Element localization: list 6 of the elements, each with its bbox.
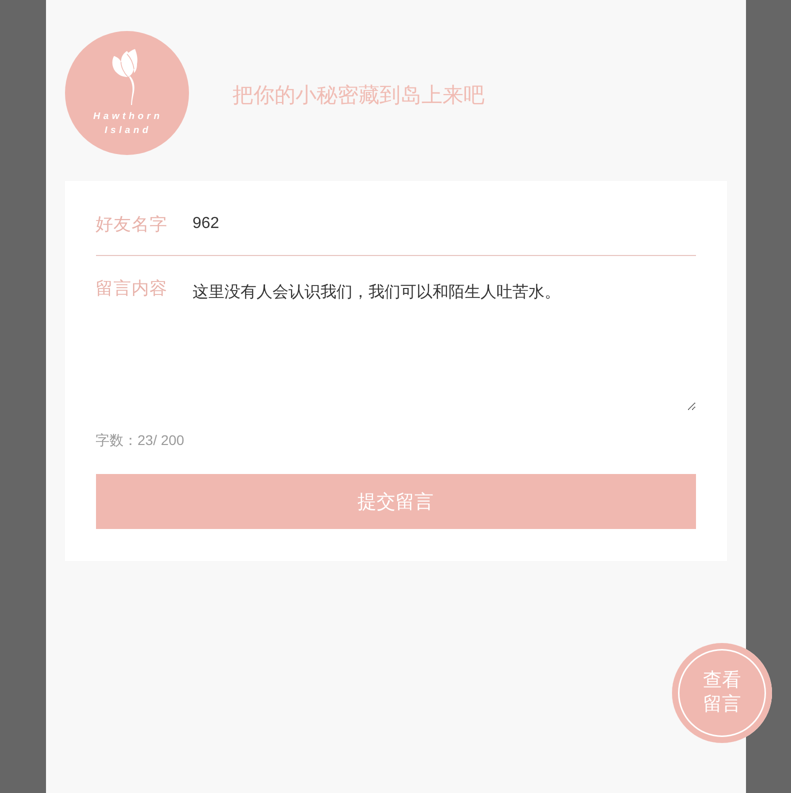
field-label: 好友名字 <box>96 213 168 236</box>
character-counter: 字数：23/ 200 <box>96 431 186 449</box>
logo-text: Island <box>104 124 152 138</box>
logo-text: Hawthorn <box>92 110 163 124</box>
field-label: 留言内容 <box>96 278 168 298</box>
page-title: 把你的小秘密藏到岛上来吧 <box>232 83 484 109</box>
